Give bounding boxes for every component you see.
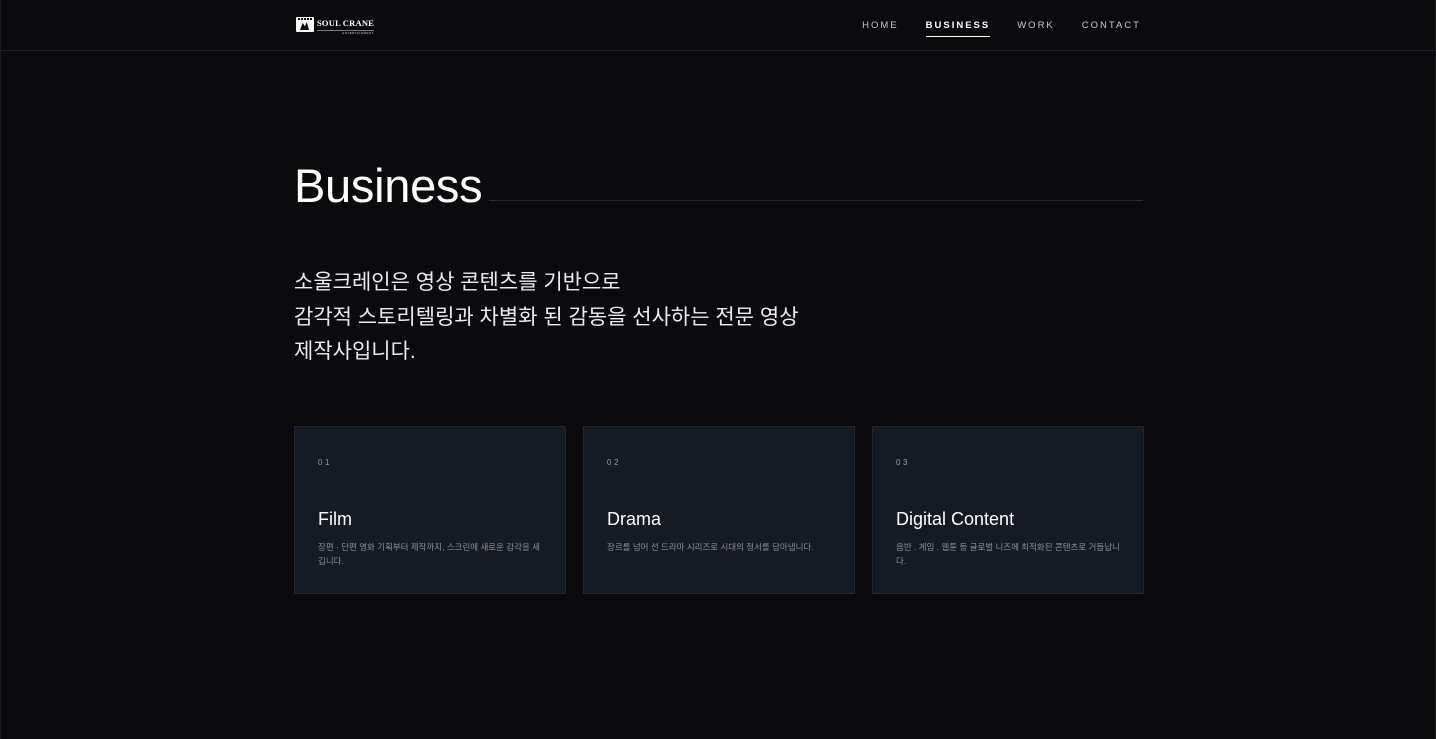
- logo-name: SOUL CRANE: [317, 18, 375, 28]
- nav-work[interactable]: WORK: [1017, 20, 1055, 37]
- card-digital-content[interactable]: 03 Digital Content 음반 . 게임 . 웹툰 등 글로벌 니즈…: [872, 426, 1144, 594]
- card-description: 음반 . 게임 . 웹툰 등 글로벌 니즈에 최적화된 콘텐츠로 거듭납니다.: [896, 542, 1120, 566]
- card-number: 01: [318, 458, 332, 467]
- card-title: Digital Content: [896, 509, 1015, 529]
- page: SOUL CRANE ENTERTAINMENT HOME BUSINESS W…: [0, 0, 1436, 739]
- logo-text: SOUL CRANE ENTERTAINMENT: [317, 17, 375, 35]
- intro-line: 제작사입니다.: [294, 340, 416, 363]
- page-title: Business: [294, 159, 483, 212]
- intro-line: 감각적 스토리텔링과 차별화 된 감동을 선사하는 전문 영상: [294, 305, 799, 329]
- card-description: 장편 · 단편 영화 기획부터 제작까지, 스크린에 새로운 감각을 새깁니다.: [318, 542, 540, 566]
- business-cards: 01 Film 장편 · 단편 영화 기획부터 제작까지, 스크린에 새로운 감…: [294, 426, 1144, 594]
- logo-sub: ENTERTAINMENT: [317, 29, 375, 35]
- card-number: 02: [607, 458, 621, 467]
- nav-home[interactable]: HOME: [862, 20, 899, 37]
- intro-line: 소울크레인은 영상 콘텐츠를 기반으로: [294, 271, 621, 294]
- card-description: 장르를 넘어 선 드라마 시리즈로 시대의 정서를 담아냅니다.: [607, 542, 814, 552]
- title-divider: [489, 200, 1143, 201]
- site-header: SOUL CRANE ENTERTAINMENT HOME BUSINESS W…: [1, 0, 1435, 51]
- card-number: 03: [896, 458, 910, 467]
- section-heading: Business: [294, 158, 1143, 218]
- card-drama[interactable]: 02 Drama 장르를 넘어 선 드라마 시리즈로 시대의 정서를 담아냅니다…: [583, 426, 855, 594]
- film-crane-logo-icon: [296, 17, 314, 32]
- nav-business[interactable]: BUSINESS: [925, 20, 991, 37]
- intro-text: 소울크레인은 영상 콘텐츠를 기반으로 감각적 스토리텔링과 차별화 된 감동을…: [294, 266, 854, 370]
- main-nav: HOME BUSINESS WORK CONTACT: [862, 20, 1141, 37]
- card-title: Film: [318, 509, 352, 529]
- logo[interactable]: SOUL CRANE ENTERTAINMENT: [296, 17, 375, 35]
- card-title: Drama: [607, 509, 662, 529]
- nav-contact[interactable]: CONTACT: [1082, 20, 1141, 37]
- card-film[interactable]: 01 Film 장편 · 단편 영화 기획부터 제작까지, 스크린에 새로운 감…: [294, 426, 566, 594]
